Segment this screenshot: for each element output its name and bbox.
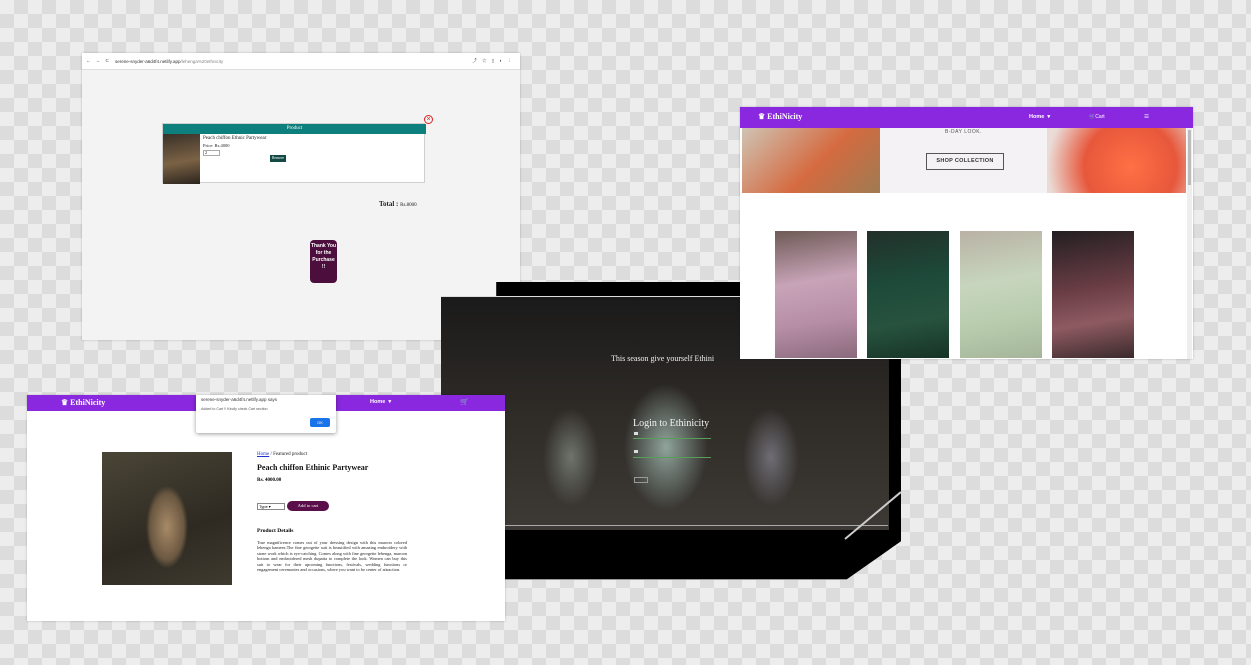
alert-dialog: serene-snyder-a6d4f4.netlify.app says Ad… [196,395,336,433]
product-image [102,452,232,585]
add-to-cart-button[interactable]: Add to cart [287,501,329,511]
nav-home-label: Home [370,399,386,405]
breadcrumb: Home / Featured product [257,452,307,457]
browser-tool-icons[interactable]: ⤴ ☆ ▯ ◐ ⋮ [472,58,514,64]
nav-home-label: Home [1029,114,1045,120]
season-tagline: This season give yourself Ethini [611,354,715,363]
details-heading: Product Details [257,528,294,534]
product-card-mauve[interactable] [1052,231,1134,358]
breadcrumb-home-link[interactable]: Home [257,452,269,457]
quantity-input[interactable]: 2 [203,150,220,156]
product-card-lavender[interactable] [775,231,857,358]
thank-you-badge: Thank You for the Purchase !! [310,240,337,283]
brand-name: EthiNicity [70,398,106,407]
hero-image-left [742,128,880,193]
product-card-emerald[interactable] [867,231,949,358]
nav-cart-label: Cart [1095,114,1105,120]
brand-logo[interactable]: ♛ EthiNicity [758,112,802,121]
alert-message: Added to Cart !! Kindly check Cart secti… [201,407,268,411]
key-icon [634,450,638,453]
hamburger-icon[interactable]: ≡ [1144,111,1149,121]
scrollbar-thumb[interactable] [1188,130,1191,185]
nav-home[interactable]: Home ▾ [1029,114,1050,120]
brand-logo[interactable]: ♛ EthiNicity [61,398,105,407]
alert-ok-button[interactable]: OK [310,418,330,427]
store-navbar: ♛ EthiNicity Home ▾ 🛒Cart ≡ [740,107,1193,128]
divider [505,525,888,526]
frame-bottom [505,579,847,580]
brand-name: EthiNicity [767,112,803,121]
close-icon[interactable]: × [424,115,433,124]
nav-home[interactable]: Home ▾ [370,399,391,405]
type-select[interactable]: Type ▾ [257,503,285,510]
user-icon [634,432,638,435]
hero-image-right [1047,128,1186,193]
browser-nav-icons[interactable]: ← → C [86,58,111,63]
alert-title: serene-snyder-a6d4f4.netlify.app says [201,397,277,402]
hero-banner: B-DAY LOOK. SHOP COLLECTION [742,128,1186,193]
login-title: Login to Ethinicity [633,418,710,429]
cart-icon[interactable]: 🛒 [460,398,469,406]
shop-collection-button[interactable]: SHOP COLLECTION [926,153,1004,170]
chevron-down-icon: ▾ [1047,114,1051,120]
remove-button[interactable]: Remove [270,155,286,162]
product-price: Rs. 4000.00 [257,478,282,483]
total-value: Rs.8000 [400,203,417,208]
password-field[interactable] [633,457,711,458]
details-text: True magnificence comes out of your dres… [257,540,407,573]
cart-total: Total : Rs.8000 [379,200,417,208]
store-screenshot: ♛ EthiNicity Home ▾ 🛒Cart ≡ B-DAY LOOK. … [740,107,1193,359]
username-field[interactable] [633,438,711,439]
cart-item-name: Peach chiffon Ethnic Partywear [203,136,267,141]
cart-item-panel: Product Peach chiffon Ethnic Partywear P… [162,123,426,184]
chevron-down-icon: ▾ [388,399,392,405]
type-select-value: Type [259,504,268,509]
url-host: serene-snyder-a6d4f4.netlify.app [115,59,181,64]
browser-toolbar: ← → C serene-snyder-a6d4f4.netlify.app/l… [82,53,520,70]
login-button[interactable] [634,477,648,483]
cart-item-image [163,134,200,184]
url-path: /lehenga%20ethnicity [180,59,224,64]
breadcrumb-current: / Featured product [270,452,308,457]
product-title: Peach chiffon Ethinic Partywear [257,463,369,472]
product-card-mint[interactable] [960,231,1042,358]
product-screenshot: ♛ EthiNicity Home ▾ 🛒 serene-snyder-a6d4… [27,395,505,621]
total-label: Total : [379,200,401,208]
panel-header: Product [163,124,426,134]
nav-cart[interactable]: 🛒Cart [1089,114,1105,120]
hero-tagline: B-DAY LOOK. [945,129,982,135]
cart-item-price: Price: Rs.4000 [203,143,230,148]
address-bar[interactable]: serene-snyder-a6d4f4.netlify.app/lehenga… [115,59,223,64]
